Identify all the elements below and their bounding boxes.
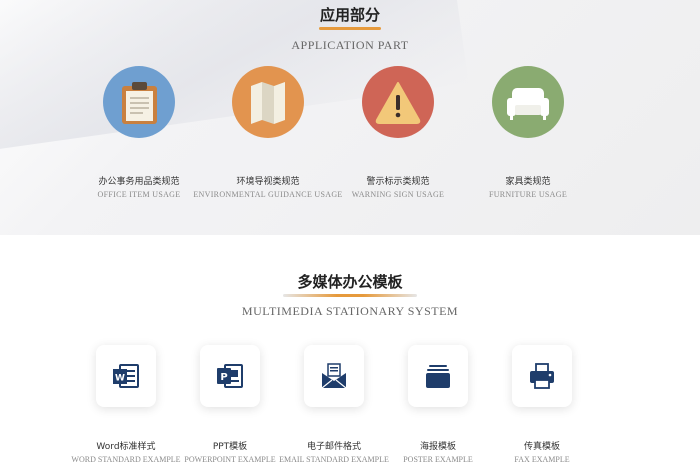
map-icon bbox=[251, 82, 285, 124]
multimedia-section: 多媒体办公模板 MULTIMEDIA STATIONARY SYSTEM W W… bbox=[0, 235, 700, 466]
warning-icon bbox=[375, 82, 421, 124]
svg-text:W: W bbox=[115, 374, 125, 384]
sofa-icon bbox=[507, 88, 549, 120]
poster-icon bbox=[426, 365, 450, 388]
application-section: 应用部分 APPLICATION PART 办公事务用品类规范 OFFICE I… bbox=[0, 0, 700, 235]
fax-template-label: 传真模板 bbox=[523, 442, 560, 452]
ppt-template-card[interactable]: P bbox=[200, 345, 260, 407]
application-title-underline bbox=[319, 27, 381, 30]
furniture-sublabel: FURNITURE USAGE bbox=[488, 190, 568, 199]
fax-template-card[interactable] bbox=[512, 345, 572, 407]
furniture-circle[interactable] bbox=[492, 66, 564, 138]
fax-template-sublabel: FAX EXAMPLE bbox=[514, 455, 570, 464]
svg-text:P: P bbox=[220, 372, 227, 383]
environmental-guidance-circle[interactable] bbox=[232, 66, 304, 138]
word-icon: W bbox=[113, 364, 139, 388]
application-subtitle: APPLICATION PART bbox=[291, 38, 409, 52]
email-icon bbox=[321, 363, 347, 389]
multimedia-title-underline bbox=[283, 294, 417, 297]
furniture-label: 家具类规范 bbox=[505, 177, 551, 187]
multimedia-subtitle: MULTIMEDIA STATIONARY SYSTEM bbox=[241, 304, 459, 318]
application-title: 应用部分 bbox=[319, 6, 380, 24]
word-template-card[interactable]: W bbox=[96, 345, 156, 407]
warning-sign-circle[interactable] bbox=[362, 66, 434, 138]
multimedia-title: 多媒体办公模板 bbox=[297, 273, 403, 291]
office-item-circle[interactable] bbox=[103, 66, 175, 138]
fax-icon bbox=[530, 363, 554, 389]
poster-template-card[interactable] bbox=[408, 345, 468, 407]
clipboard-icon bbox=[122, 82, 157, 124]
powerpoint-icon: P bbox=[217, 364, 243, 388]
email-template-card[interactable] bbox=[304, 345, 364, 407]
